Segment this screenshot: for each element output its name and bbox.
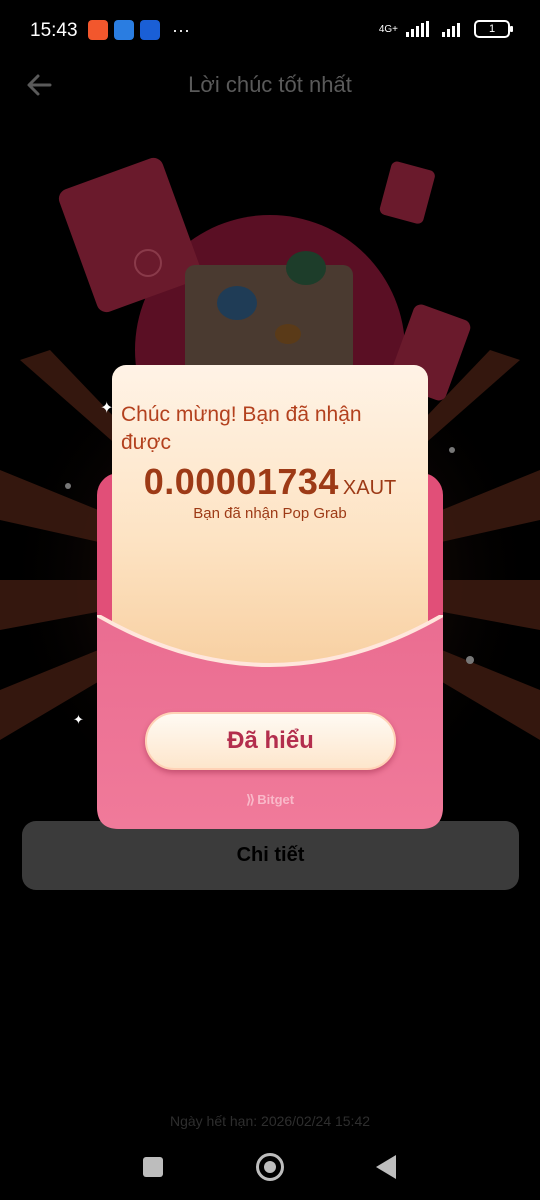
- expiry-date: Ngày hết hạn: 2026/02/24 15:42: [169, 1113, 371, 1129]
- network-type: 4G+: [378, 23, 398, 35]
- page-title: Lời chúc tốt nhất: [188, 72, 352, 97]
- reward-amount: 0.00001734: [143, 461, 339, 502]
- home-icon[interactable]: [256, 1153, 284, 1181]
- signal-icon: [406, 21, 429, 37]
- status-time: 15:43: [30, 20, 78, 41]
- signal-icon-2: [442, 23, 460, 37]
- battery-icon: 1: [474, 20, 513, 38]
- reward-amount-row: 0.00001734 XAUT: [112, 461, 428, 503]
- more-notifications-icon: ···: [172, 20, 190, 40]
- brand-logo: ⟫ Bitget: [97, 792, 443, 808]
- header: Lời chúc tốt nhất: [0, 64, 540, 104]
- reward-modal: Chúc mừng! Bạn đã nhận được 0.00001734 XA…: [97, 365, 443, 831]
- details-button[interactable]: Chi tiết: [22, 821, 519, 890]
- nav-back-icon[interactable]: [376, 1155, 396, 1179]
- messenger-app-icon: [114, 20, 134, 40]
- brand-name: Bitget: [257, 792, 295, 807]
- understood-button[interactable]: Đã hiểu: [145, 712, 396, 770]
- congrats-text: Chúc mừng! Bạn đã nhận được: [121, 403, 362, 454]
- status-right: 4G+ 1: [378, 20, 513, 38]
- shopee-app-icon: [88, 20, 108, 40]
- tiki-app-icon: [140, 20, 160, 40]
- navigation-bar: [0, 1132, 540, 1200]
- status-bar: 15:43 ··· 4G+ 1: [0, 0, 540, 64]
- received-subtitle: Bạn đã nhận Pop Grab: [193, 505, 347, 522]
- notification-icons: ···: [88, 20, 190, 40]
- sparkle-icon: ✦: [73, 712, 84, 727]
- reward-unit: XAUT: [342, 477, 397, 499]
- bitget-logo-icon: ⟫: [245, 792, 256, 807]
- recent-apps-icon[interactable]: [143, 1157, 163, 1177]
